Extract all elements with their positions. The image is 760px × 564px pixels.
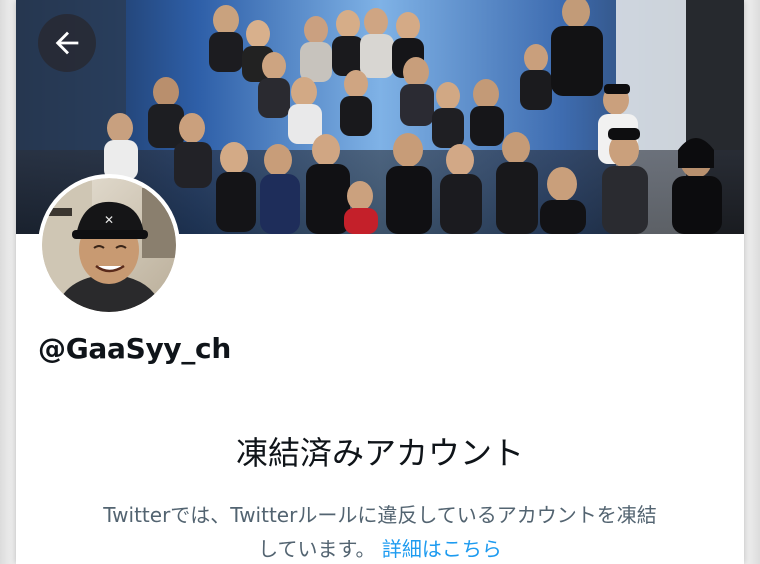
profile-avatar[interactable]: ✕ — [38, 174, 180, 316]
suspended-account-title: 凍結済みアカウント — [235, 434, 524, 472]
avatar-photo: ✕ — [42, 178, 176, 312]
suspended-account-message: Twitterでは、Twitterルールに違反しているアカウントを凍結 していま… — [56, 498, 704, 564]
notice-text-line2: しています。 — [258, 537, 376, 561]
arrow-left-icon — [55, 31, 79, 55]
svg-text:✕: ✕ — [104, 213, 114, 227]
notice-text-line1: Twitterでは、Twitterルールに違反しているアカウントを凍結 — [103, 503, 657, 527]
back-button[interactable] — [38, 14, 96, 72]
screenshot-frame: ✕ @GaaSyy_ch 凍結済みアカウント Twitterでは、Twitter… — [0, 0, 760, 564]
profile-page: ✕ @GaaSyy_ch 凍結済みアカウント Twitterでは、Twitter… — [16, 0, 744, 564]
learn-more-link[interactable]: 詳細はこちら — [382, 537, 502, 561]
profile-handle: @GaaSyy_ch — [38, 332, 231, 365]
